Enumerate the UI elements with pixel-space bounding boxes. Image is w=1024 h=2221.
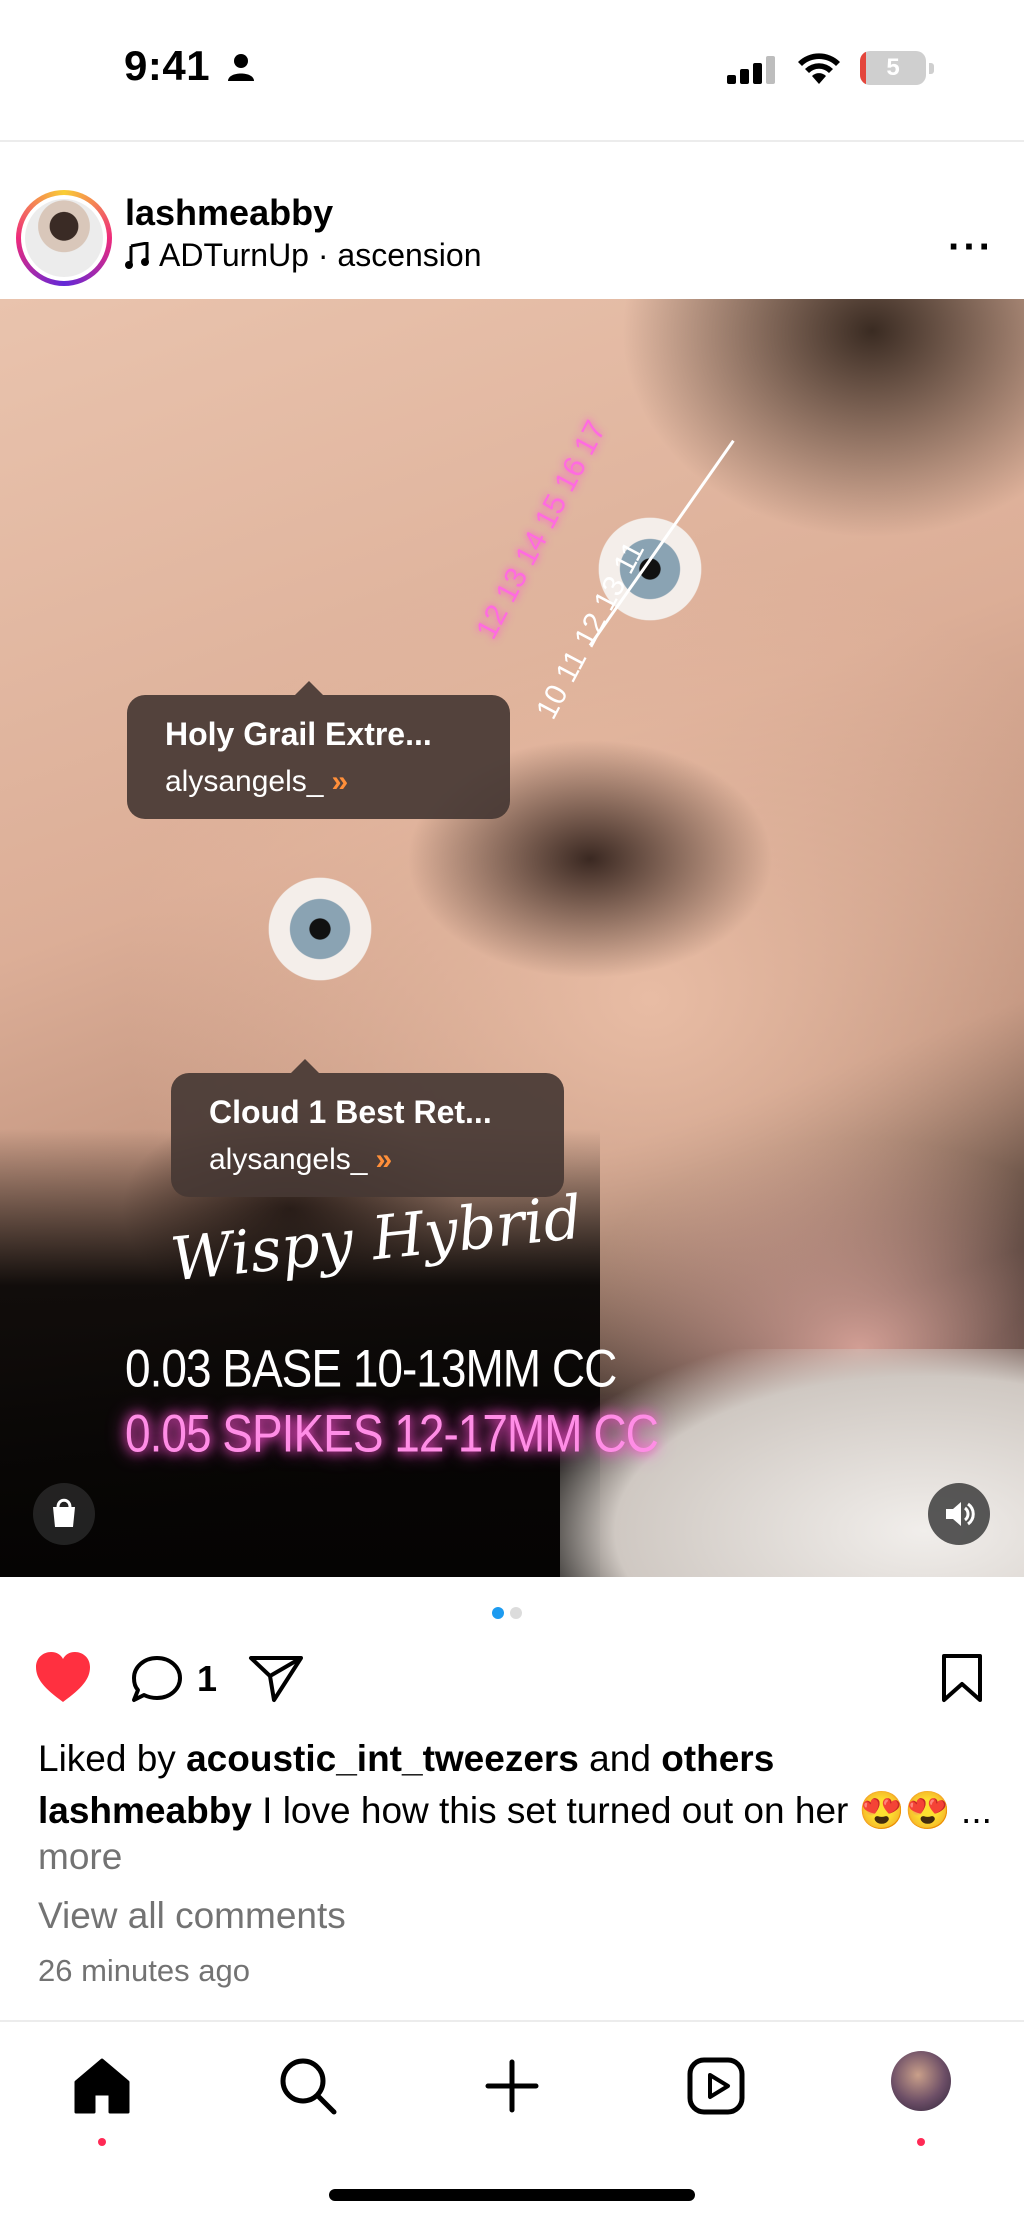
- overlay-spec-spikes: 0.05 SPIKES 12-17MM CC: [125, 1403, 659, 1463]
- post-timestamp: 26 minutes ago: [38, 1953, 250, 1988]
- create-icon[interactable]: [480, 2054, 544, 2118]
- carousel-indicator: [492, 1607, 522, 1619]
- chevron-right-icon: »: [331, 765, 349, 798]
- story-ring-avatar[interactable]: [16, 190, 112, 286]
- carousel-dot: [510, 1607, 522, 1619]
- person-icon: [228, 54, 254, 81]
- home-indicator: [329, 2189, 695, 2201]
- search-icon[interactable]: [276, 2054, 340, 2118]
- battery-body: 5: [860, 51, 926, 85]
- likes-prefix: Liked by: [38, 1738, 187, 1779]
- wifi-icon: [798, 53, 840, 84]
- battery-level: 5: [886, 54, 900, 81]
- eye-lower: [260, 869, 380, 989]
- product-tag-shop: alysangels_»: [209, 1143, 392, 1177]
- caption-more-link[interactable]: more: [38, 1836, 122, 1877]
- status-time: 9:41: [124, 42, 211, 89]
- chevron-right-icon: »: [375, 1143, 393, 1176]
- post-caption: lashmeabby I love how this set turned ou…: [38, 1788, 998, 1880]
- hair-shading: [620, 299, 1024, 539]
- post-media[interactable]: 12 13 14 15 16 17 10 11 12 13 11 Holy Gr…: [0, 299, 1024, 1577]
- product-tag-2[interactable]: Cloud 1 Best Ret... alysangels_»: [171, 1059, 564, 1197]
- audio-label: ADTurnUp · ascension: [159, 237, 482, 273]
- comment-count: 1: [197, 1658, 218, 1699]
- overlay-spec-base: 0.03 BASE 10-13MM CC: [125, 1338, 617, 1398]
- avatar: [25, 199, 103, 277]
- audio-link[interactable]: ADTurnUp · ascension: [125, 237, 482, 274]
- likes-summary: Liked by acoustic_int_tweezers and other…: [38, 1738, 774, 1780]
- feed-divider: [0, 140, 1024, 142]
- share-icon[interactable]: [248, 1654, 304, 1704]
- post-actions: 1: [0, 1650, 1024, 1710]
- shopping-bag-icon[interactable]: [33, 1483, 95, 1545]
- battery-nub: [929, 63, 934, 74]
- liker-username[interactable]: acoustic_int_tweezers: [186, 1738, 579, 1779]
- heart-icon[interactable]: [34, 1650, 92, 1704]
- product-tag-title: Holy Grail Extre...: [165, 716, 432, 752]
- post-username[interactable]: lashmeabby: [125, 192, 333, 234]
- carousel-dot-active: [492, 1607, 504, 1619]
- battery-indicator: 5: [860, 51, 934, 85]
- product-tag-shop: alysangels_»: [165, 765, 348, 799]
- status-bar: 9:41 5: [0, 0, 1024, 140]
- reels-icon[interactable]: [684, 2054, 748, 2118]
- product-tag-1[interactable]: Holy Grail Extre... alysangels_»: [127, 681, 510, 819]
- profile-avatar[interactable]: [891, 2051, 951, 2111]
- ellipsis-icon[interactable]: ···: [948, 225, 994, 270]
- likes-others-link[interactable]: others: [661, 1738, 774, 1779]
- home-icon[interactable]: [70, 2054, 134, 2118]
- caption-username[interactable]: lashmeabby: [38, 1790, 252, 1831]
- product-tag-title: Cloud 1 Best Ret...: [209, 1094, 492, 1130]
- likes-mid: and: [578, 1738, 662, 1779]
- home-notification-dot: [98, 2138, 106, 2146]
- avatar-frame: [21, 195, 107, 281]
- caption-text: I love how this set turned out on her 😍😍: [251, 1790, 951, 1831]
- view-all-comments-link[interactable]: View all comments: [38, 1895, 346, 1937]
- bookmark-icon[interactable]: [940, 1652, 984, 1704]
- post-header: lashmeabby ADTurnUp · ascension ···: [0, 175, 1024, 295]
- profile-notification-dot: [917, 2138, 925, 2146]
- product-tag-shop-name: alysangels_: [209, 1143, 368, 1176]
- speaker-icon[interactable]: [928, 1483, 990, 1545]
- comment-icon[interactable]: [130, 1654, 184, 1706]
- cellular-signal-icon: [727, 56, 775, 84]
- music-note-icon: [125, 241, 149, 269]
- product-tag-shop-name: alysangels_: [165, 765, 324, 798]
- caption-ellipsis: ...: [961, 1790, 992, 1831]
